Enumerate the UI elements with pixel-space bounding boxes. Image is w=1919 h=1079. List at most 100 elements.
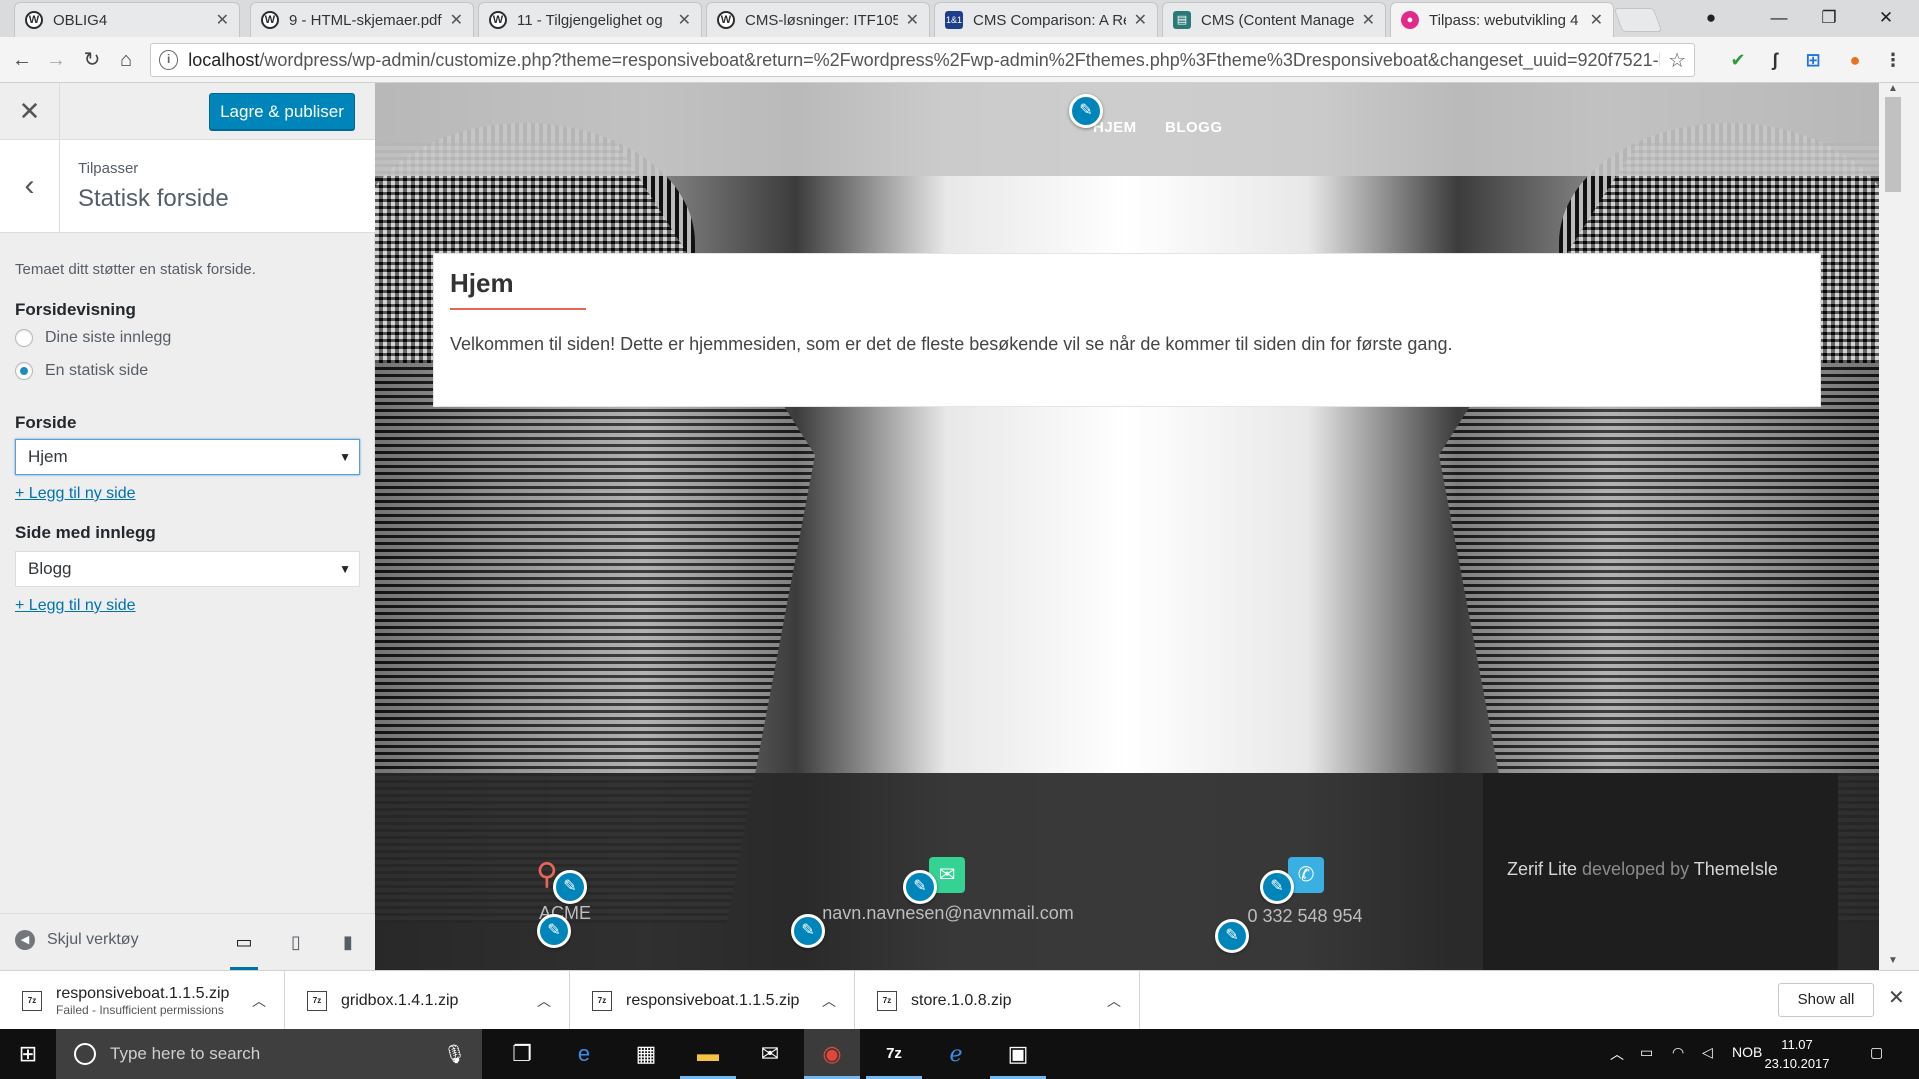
chevron-up-icon[interactable]: ︿: [822, 991, 836, 1011]
edit-shortcut-pencil-icon[interactable]: ✎: [1260, 870, 1294, 904]
reload-icon[interactable]: ↻: [78, 46, 106, 74]
hide-controls-button[interactable]: ◀ Skjul verktøy: [15, 930, 139, 950]
radio-static-page[interactable]: En statisk side: [15, 359, 360, 383]
collapse-arrow-icon: ◀: [15, 930, 35, 950]
wifi-icon[interactable]: ◠: [1672, 1044, 1684, 1061]
desktop-preview-icon[interactable]: ▭: [230, 928, 258, 971]
chevron-up-icon[interactable]: ︿: [537, 991, 551, 1011]
edge-icon[interactable]: e: [556, 1029, 612, 1079]
mail-icon[interactable]: ✉: [742, 1029, 798, 1079]
show-all-downloads-button[interactable]: Show all: [1778, 983, 1874, 1017]
internet-explorer-icon[interactable]: ℯ: [928, 1029, 984, 1079]
windows-start-icon[interactable]: ⊞: [0, 1029, 56, 1079]
browser-tab-tilpass[interactable]: ● Tilpass: webutvikling 4 ✕: [1390, 2, 1614, 37]
credit-theme-link[interactable]: Zerif Lite: [1507, 859, 1577, 879]
publish-button[interactable]: Lagre & publiser: [209, 93, 355, 130]
volume-icon[interactable]: ◁: [1702, 1044, 1713, 1061]
close-tab-icon[interactable]: ✕: [1590, 10, 1603, 30]
posts-page-select[interactable]: Blogg ▼: [15, 551, 360, 587]
download-item[interactable]: 7z responsiveboat.1.1.5.zip ︿: [570, 971, 855, 1030]
store-icon[interactable]: ▦: [618, 1029, 674, 1079]
chevron-up-icon[interactable]: ︿: [252, 991, 266, 1011]
edit-shortcut-pencil-icon[interactable]: ✎: [537, 914, 571, 948]
chrome-menu-icon[interactable]: ⋮: [1880, 47, 1906, 73]
new-tab-button[interactable]: [1613, 8, 1663, 32]
select-value: Blogg: [28, 559, 72, 578]
credit-author-link[interactable]: ThemeIsle: [1694, 859, 1778, 879]
download-item[interactable]: 7z store.1.0.8.zip ︿: [855, 971, 1140, 1030]
back-arrow-icon[interactable]: ←: [8, 46, 36, 74]
close-tab-icon[interactable]: ✕: [1362, 10, 1375, 30]
browser-tab-cms-comparison[interactable]: 1&1 CMS Comparison: A Re ✕: [934, 2, 1158, 37]
section-description: Temaet ditt støtter en statisk forside.: [15, 261, 256, 278]
tray-chevron-icon[interactable]: ︿: [1610, 1044, 1624, 1064]
scroll-down-icon[interactable]: ▼: [1883, 955, 1903, 966]
chevron-up-icon[interactable]: ︿: [1107, 991, 1121, 1011]
tab-title: CMS (Content Manage: [1201, 11, 1354, 29]
browser-tab-cms-content-manage[interactable]: ▤ CMS (Content Manage ✕: [1162, 2, 1386, 37]
address-bar[interactable]: i localhost/wordpress/wp-admin/customize…: [150, 43, 1695, 77]
close-tab-icon[interactable]: ✕: [906, 10, 919, 30]
download-filename: gridbox.1.4.1.zip: [341, 991, 459, 1009]
input-language[interactable]: NOB: [1732, 1044, 1762, 1060]
close-tab-icon[interactable]: ✕: [216, 10, 229, 30]
forward-arrow-icon[interactable]: →: [42, 46, 70, 74]
close-downloads-icon[interactable]: ✕: [1888, 985, 1905, 1010]
add-new-page-link[interactable]: + Legg til ny side: [15, 597, 360, 615]
7zip-icon[interactable]: 7z: [866, 1029, 922, 1079]
browser-tab-html-skjemaer[interactable]: W 9 - HTML-skjemaer.pdf ✕: [250, 2, 474, 37]
minimize-icon[interactable]: —: [1765, 4, 1793, 32]
zip-file-icon: 7z: [22, 990, 42, 1011]
tablet-preview-icon[interactable]: ▯: [282, 928, 310, 956]
mobile-preview-icon[interactable]: ▮: [334, 928, 362, 956]
radio-button-checked[interactable]: [15, 362, 33, 380]
close-window-icon[interactable]: ✕: [1872, 4, 1900, 32]
task-view-icon[interactable]: ❐: [494, 1029, 550, 1079]
extension-checkmark-icon[interactable]: ✔: [1725, 47, 1751, 73]
download-item[interactable]: 7z gridbox.1.4.1.zip ︿: [285, 971, 570, 1030]
add-new-page-link[interactable]: + Legg til ny side: [15, 485, 360, 503]
close-tab-icon[interactable]: ✕: [1134, 10, 1147, 30]
footer-email[interactable]: navn.navnesen@navnmail.com: [822, 903, 1073, 924]
file-explorer-icon[interactable]: ▬: [680, 1029, 736, 1079]
edit-shortcut-pencil-icon[interactable]: ✎: [903, 870, 937, 904]
customizer-footer: ◀ Skjul verktøy ▭ ▯ ▮: [0, 913, 375, 971]
browser-tab-oblig4[interactable]: W OBLIG4 ✕: [14, 2, 240, 37]
home-icon[interactable]: ⌂: [112, 46, 140, 74]
nav-link-blog[interactable]: BLOGG: [1165, 119, 1223, 136]
close-tab-icon[interactable]: ✕: [678, 10, 691, 30]
photos-icon[interactable]: ▣: [990, 1029, 1046, 1079]
edit-shortcut-pencil-icon[interactable]: ✎: [1069, 94, 1103, 128]
nav-link-home[interactable]: HJEM: [1093, 119, 1137, 136]
taskbar-search[interactable]: Type here to search 🎙: [56, 1029, 482, 1079]
hide-controls-label: Skjul verktøy: [47, 931, 139, 948]
scrollbar-thumb[interactable]: [1885, 97, 1901, 192]
profile-icon[interactable]: ●: [1697, 4, 1725, 32]
close-customizer-icon[interactable]: ✕: [0, 83, 60, 140]
radio-button[interactable]: [15, 329, 33, 347]
browser-tab-cms-losninger[interactable]: W CMS-løsninger: ITF105 ✕: [706, 2, 930, 37]
extension-script-icon[interactable]: ʃ: [1762, 47, 1788, 73]
battery-icon[interactable]: ▭: [1640, 1044, 1653, 1061]
edit-shortcut-pencil-icon[interactable]: ✎: [1215, 919, 1249, 953]
back-chevron-icon[interactable]: ‹: [0, 140, 60, 232]
edit-shortcut-pencil-icon[interactable]: ✎: [553, 870, 587, 904]
wordpress-icon: W: [25, 11, 43, 29]
chrome-icon[interactable]: ◉: [804, 1029, 860, 1079]
extension-orange-icon[interactable]: ●: [1842, 47, 1868, 73]
maximize-icon[interactable]: ❐: [1815, 4, 1843, 32]
system-clock[interactable]: 11.07 23.10.2017: [1762, 1035, 1832, 1073]
close-tab-icon[interactable]: ✕: [450, 10, 463, 30]
front-page-select[interactable]: Hjem ▼: [15, 439, 360, 475]
microphone-icon[interactable]: 🎙: [443, 1044, 466, 1065]
radio-latest-posts[interactable]: Dine siste innlegg: [15, 326, 360, 350]
download-item[interactable]: 7z responsiveboat.1.1.5.zip Failed - Ins…: [0, 971, 285, 1030]
scroll-up-icon[interactable]: ▲: [1883, 83, 1903, 94]
preview-scrollbar[interactable]: ▲ ▼: [1879, 83, 1919, 970]
bookmark-star-icon[interactable]: ☆: [1668, 48, 1686, 73]
extension-grid-icon[interactable]: ⊞: [1800, 47, 1826, 73]
info-icon[interactable]: i: [159, 50, 179, 70]
action-center-icon[interactable]: ▢: [1870, 1044, 1883, 1061]
edit-shortcut-pencil-icon[interactable]: ✎: [791, 914, 825, 948]
browser-tab-tilgjengelighet[interactable]: W 11 - Tilgjengelighet og ✕: [478, 2, 702, 37]
